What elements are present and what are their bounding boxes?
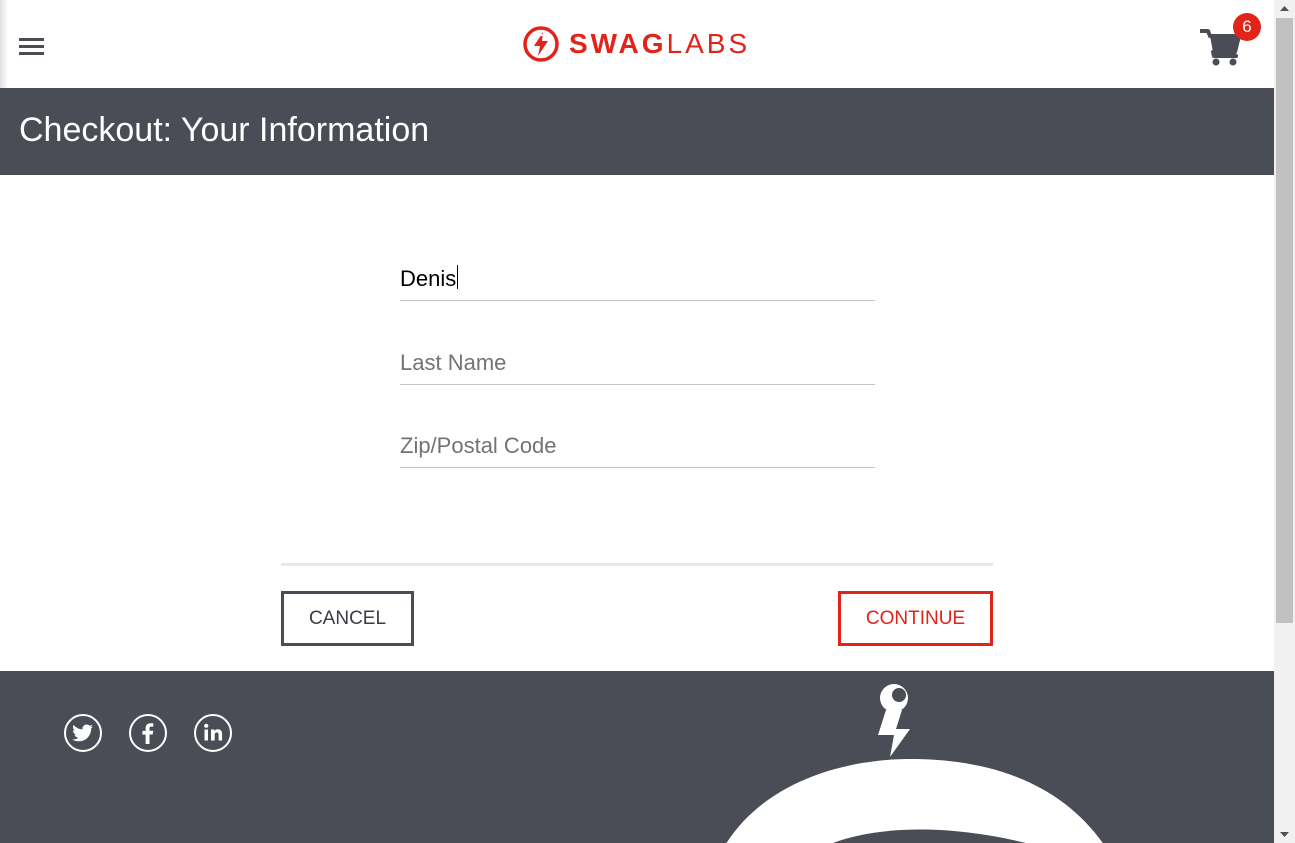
- form-divider: [281, 563, 993, 566]
- linkedin-icon[interactable]: [193, 713, 233, 753]
- swag-labs-logo-icon: [523, 26, 559, 62]
- facebook-icon[interactable]: [128, 713, 168, 753]
- last-name-input[interactable]: [400, 341, 875, 385]
- vertical-scrollbar[interactable]: [1274, 0, 1295, 843]
- menu-bar: [19, 52, 44, 55]
- continue-button[interactable]: CONTINUE: [838, 591, 993, 646]
- brand-name-light: LABS: [666, 28, 751, 59]
- header: SWAGLABS: [0, 0, 1274, 88]
- brand-name: SWAGLABS: [569, 26, 750, 62]
- footer: [0, 671, 1274, 843]
- menu-bar: [19, 45, 44, 48]
- hamburger-menu-icon[interactable]: [19, 38, 44, 57]
- scroll-down-arrow-icon[interactable]: [1274, 826, 1295, 843]
- postal-code-input[interactable]: [400, 424, 875, 468]
- sidebar-edge-shadow: [0, 0, 8, 88]
- brand-logo: SWAGLABS: [523, 26, 750, 62]
- twitter-icon[interactable]: [63, 713, 103, 753]
- cancel-button[interactable]: CANCEL: [281, 591, 414, 646]
- menu-bar: [19, 38, 44, 41]
- scroll-up-arrow-icon[interactable]: [1274, 0, 1295, 17]
- cart-badge[interactable]: 6: [1233, 13, 1261, 41]
- page-title: Checkout: Your Information: [19, 111, 430, 149]
- app-viewport: SWAGLABS 6 Checkout: Your Information CA…: [0, 0, 1274, 843]
- first-name-input[interactable]: [400, 257, 875, 301]
- brand-name-bold: SWAG: [569, 28, 667, 59]
- swag-bot-illustration: [726, 684, 1103, 843]
- text-caret: [457, 265, 458, 289]
- scrollbar-thumb[interactable]: [1276, 18, 1293, 623]
